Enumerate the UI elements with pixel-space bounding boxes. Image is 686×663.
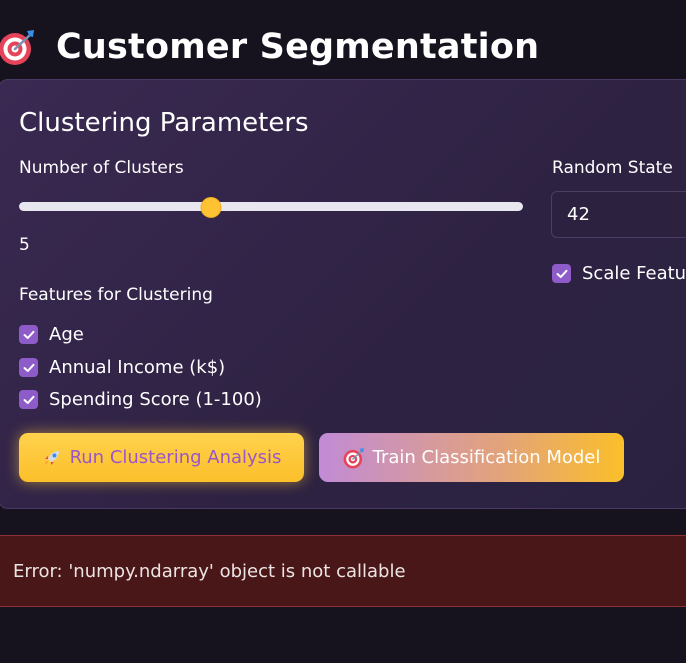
clusters-value: 5 (19, 235, 30, 255)
feature-checkbox-annual-income[interactable]: Annual Income (k$) (19, 357, 225, 378)
clusters-slider[interactable] (19, 197, 523, 218)
feature-checkbox-age[interactable]: Age (19, 324, 84, 345)
error-message: Error: 'numpy.ndarray' object is not cal… (13, 560, 406, 582)
target-icon (343, 447, 365, 469)
feature-label: Age (49, 324, 84, 345)
train-model-button[interactable]: Train Classification Model (319, 433, 624, 482)
check-icon (552, 264, 571, 283)
panel-title: Clustering Parameters (19, 108, 309, 138)
feature-label: Annual Income (k$) (49, 357, 226, 378)
run-clustering-label: Run Clustering Analysis (69, 447, 282, 468)
page-title: Customer Segmentation (56, 27, 540, 67)
rocket-icon (42, 448, 62, 468)
check-icon (19, 325, 38, 344)
random-state-value: 42 (567, 204, 590, 225)
random-state-input[interactable]: 42 (551, 191, 686, 238)
train-model-label: Train Classification Model (372, 447, 601, 468)
page-header: Customer Segmentation (0, 22, 539, 72)
feature-checkbox-spending-score[interactable]: Spending Score (1-100) (19, 389, 262, 410)
clustering-parameters-panel: Clustering Parameters Number of Clusters… (0, 79, 686, 509)
random-state-label: Random State (552, 158, 673, 178)
scale-features-checkbox[interactable]: Scale Features (552, 263, 686, 284)
check-icon (19, 390, 38, 409)
clusters-label: Number of Clusters (19, 158, 184, 178)
check-icon (19, 358, 38, 377)
feature-label: Spending Score (1-100) (49, 389, 262, 410)
run-clustering-button[interactable]: Run Clustering Analysis (19, 433, 304, 482)
error-banner: Error: 'numpy.ndarray' object is not cal… (0, 535, 686, 607)
slider-thumb[interactable] (200, 197, 222, 218)
features-label: Features for Clustering (19, 285, 213, 305)
scale-features-label: Scale Features (582, 263, 686, 284)
target-icon (0, 28, 36, 66)
